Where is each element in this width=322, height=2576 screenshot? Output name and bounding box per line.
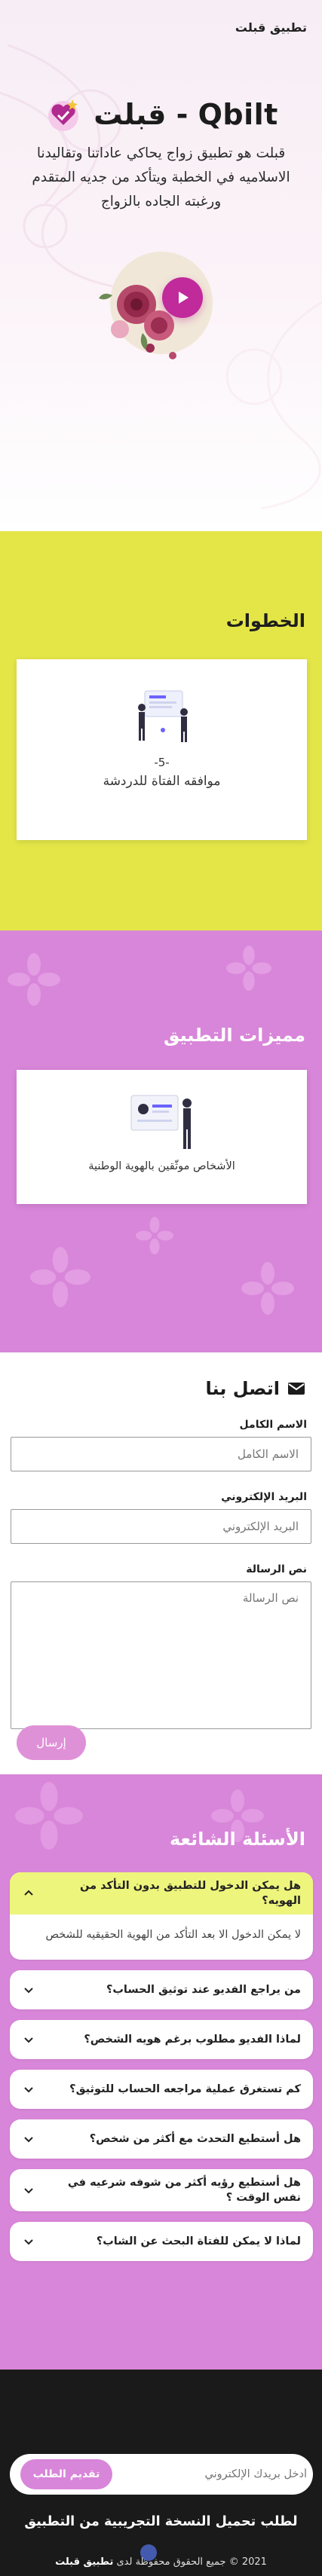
subscribe-email-input[interactable]	[133, 2468, 307, 2480]
roses-illustration	[98, 252, 213, 359]
copyright-brand[interactable]: تطبيق قبلت	[55, 2556, 113, 2568]
hero-description: قبلت هو تطبيق زواج يحاكي عاداتنا وتقاليد…	[32, 145, 290, 209]
name-label: الاسم الكامل	[239, 1419, 307, 1431]
faq-question: لماذا الفديو مطلوب برغم هويه الشخص؟	[84, 2034, 301, 2046]
chevron-up-icon	[24, 1890, 33, 1896]
contact-section: اتصل بنا الاسم الكامل البريد الإلكتروني …	[0, 1352, 322, 1774]
faq-item: هل أستطيع التحدث مع أكثر من شخص؟	[10, 2119, 313, 2159]
contact-title: اتصل بنا	[11, 1378, 311, 1399]
faq-answer: لا يمكن الدخول الا بعد التأكد من الهوية …	[45, 1929, 301, 1941]
faq-question-button[interactable]: من يراجع الفديو عند توثيق الحساب؟	[10, 1970, 313, 2009]
decorative-flower	[30, 1247, 90, 1307]
faq-question-button[interactable]: هل أستطيع التحدث مع أكثر من شخص؟	[10, 2119, 313, 2159]
submit-request-button[interactable]: تقديم الطلب	[20, 2459, 112, 2489]
chevron-down-icon	[24, 2188, 33, 2194]
chevron-down-icon	[24, 2087, 33, 2093]
faq-question-button[interactable]: هل يمكن الدخول للتطبيق بدون التأكد من ال…	[10, 1872, 313, 1914]
play-icon	[178, 292, 189, 304]
steps-section: الخطوات -5- موافقه الفتاة للدردشة	[0, 531, 322, 930]
contact-title-text: اتصل بنا	[205, 1378, 280, 1399]
faq-question: هل يمكن الدخول للتطبيق بدون التأكد من ال…	[80, 1880, 301, 1907]
faq-item: كم تستغرق عملية مراجعه الحساب للتوثيق؟	[10, 2070, 313, 2109]
faq-item: هل أستطيع رؤيه أكثر من شوفه شرعيه في نفس…	[10, 2169, 313, 2211]
faq-item: من يراجع الفديو عند توثيق الحساب؟	[10, 1970, 313, 2009]
feature-card: الأشخاص موثّقين بالهوية الوطنية	[17, 1070, 307, 1204]
hero-section: تطبيق قبلت قبلت - Qbilt قبلت هو تطبيق زو…	[0, 0, 322, 531]
faq-item: لماذا لا يمكن للفتاة البحث عن الشاب؟	[10, 2222, 313, 2261]
faq-question: من يراجع الفديو عند توثيق الحساب؟	[106, 1984, 301, 1996]
faq-section: الأسئلة الشائعة هل يمكن الدخول للتطبيق ب…	[0, 1774, 322, 2370]
step-card: -5- موافقه الفتاة للدردشة	[17, 659, 307, 840]
faq-question: لماذا لا يمكن للفتاة البحث عن الشاب؟	[96, 2235, 301, 2248]
send-button[interactable]: إرسال	[17, 1725, 86, 1760]
envelope-icon	[288, 1383, 305, 1395]
message-textarea[interactable]	[11, 1581, 311, 1729]
faq-item: لماذا الفديو مطلوب برغم هويه الشخص؟	[10, 2020, 313, 2059]
step-number: -5-	[154, 756, 170, 769]
faq-list: هل يمكن الدخول للتطبيق بدون التأكد من ال…	[10, 1872, 313, 2272]
faq-question-button[interactable]: لماذا لا يمكن للفتاة البحث عن الشاب؟	[10, 2222, 313, 2261]
features-section: مميزات التطبيق الأشخاص موثّقين بالهوية ا…	[0, 930, 322, 1352]
subscribe-form: تقديم الطلب	[10, 2454, 313, 2495]
heart-logo-icon	[48, 99, 79, 131]
message-label: نص الرسالة	[246, 1563, 307, 1575]
faq-question: هل أستطيع رؤيه أكثر من شوفه شرعيه في نفس…	[67, 2177, 301, 2204]
footer-cta: لطلب تحميل النسخة التجريبية من التطبيق	[24, 2514, 298, 2529]
copyright: 2021 © جميع الحقوق محفوظة لدى تطبيق قبلت	[0, 2556, 322, 2568]
verified-id-illustration	[130, 1095, 192, 1149]
feature-caption: الأشخاص موثّقين بالهوية الوطنية	[88, 1160, 235, 1172]
brand-name[interactable]: تطبيق قبلت	[235, 20, 307, 35]
features-title: مميزات التطبيق	[163, 1025, 305, 1046]
play-video-button[interactable]	[161, 277, 203, 318]
chevron-down-icon	[24, 2239, 33, 2245]
chevron-down-icon	[24, 1988, 33, 1994]
chat-approval-illustration	[137, 690, 188, 742]
hero-title: قبلت - Qbilt	[94, 98, 278, 131]
decorative-flower	[241, 1262, 294, 1315]
decorative-flower	[8, 953, 60, 1006]
email-label: البريد الإلكتروني	[221, 1491, 307, 1503]
faq-question-button[interactable]: كم تستغرق عملية مراجعه الحساب للتوثيق؟	[10, 2070, 313, 2109]
faq-question-button[interactable]: هل أستطيع رؤيه أكثر من شوفه شرعيه في نفس…	[10, 2169, 313, 2211]
faq-item: هل يمكن الدخول للتطبيق بدون التأكد من ال…	[10, 1872, 313, 1960]
footer: تقديم الطلب لطلب تحميل النسخة التجريبية …	[0, 2370, 322, 2576]
steps-title: الخطوات	[225, 610, 305, 631]
faq-question: كم تستغرق عملية مراجعه الحساب للتوثيق؟	[69, 2083, 301, 2095]
faq-title: الأسئلة الشائعة	[170, 1829, 305, 1850]
chevron-down-icon	[24, 2137, 33, 2143]
hero-title-row: قبلت - Qbilt	[0, 95, 322, 134]
copyright-text: 2021 © جميع الحقوق محفوظة لدى	[116, 2556, 267, 2568]
email-input[interactable]	[11, 1509, 311, 1544]
decorative-flower	[226, 946, 271, 991]
faq-question: هل أستطيع التحدث مع أكثر من شخص؟	[89, 2133, 301, 2145]
name-input[interactable]	[11, 1437, 311, 1471]
step-caption: موافقه الفتاة للدردشة	[103, 774, 221, 789]
chevron-down-icon	[24, 2037, 33, 2043]
decorative-flower	[136, 1217, 173, 1254]
top-bar: تطبيق قبلت	[0, 0, 322, 41]
hero-video-thumbnail	[90, 235, 233, 378]
decorative-flower	[15, 1782, 83, 1850]
faq-question-button[interactable]: لماذا الفديو مطلوب برغم هويه الشخص؟	[10, 2020, 313, 2059]
